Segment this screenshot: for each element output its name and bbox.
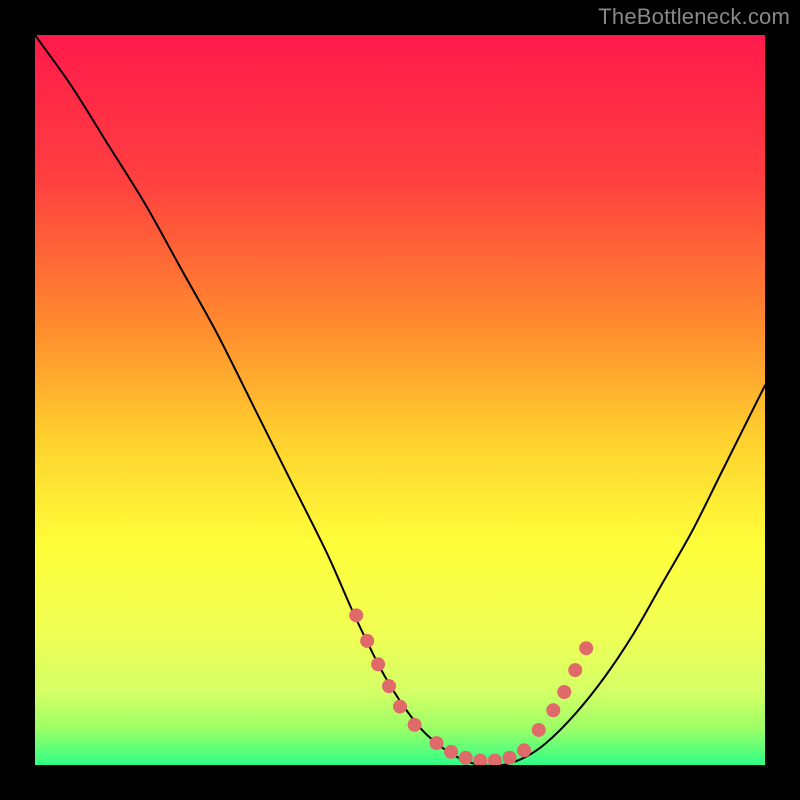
watermark-text: TheBottleneck.com xyxy=(598,4,790,30)
data-marker xyxy=(371,657,385,671)
gradient-background xyxy=(35,35,765,765)
plot-area xyxy=(35,35,765,765)
data-marker xyxy=(349,608,363,622)
data-marker xyxy=(360,634,374,648)
plot-svg xyxy=(35,35,765,765)
data-marker xyxy=(382,679,396,693)
data-marker xyxy=(546,703,560,717)
data-marker xyxy=(503,751,517,765)
data-marker xyxy=(517,743,531,757)
chart-frame: TheBottleneck.com xyxy=(0,0,800,800)
data-marker xyxy=(568,663,582,677)
data-marker xyxy=(393,700,407,714)
data-marker xyxy=(579,641,593,655)
data-marker xyxy=(532,723,546,737)
data-marker xyxy=(459,751,473,765)
data-marker xyxy=(408,718,422,732)
data-marker xyxy=(444,745,458,759)
data-marker xyxy=(557,685,571,699)
data-marker xyxy=(430,736,444,750)
